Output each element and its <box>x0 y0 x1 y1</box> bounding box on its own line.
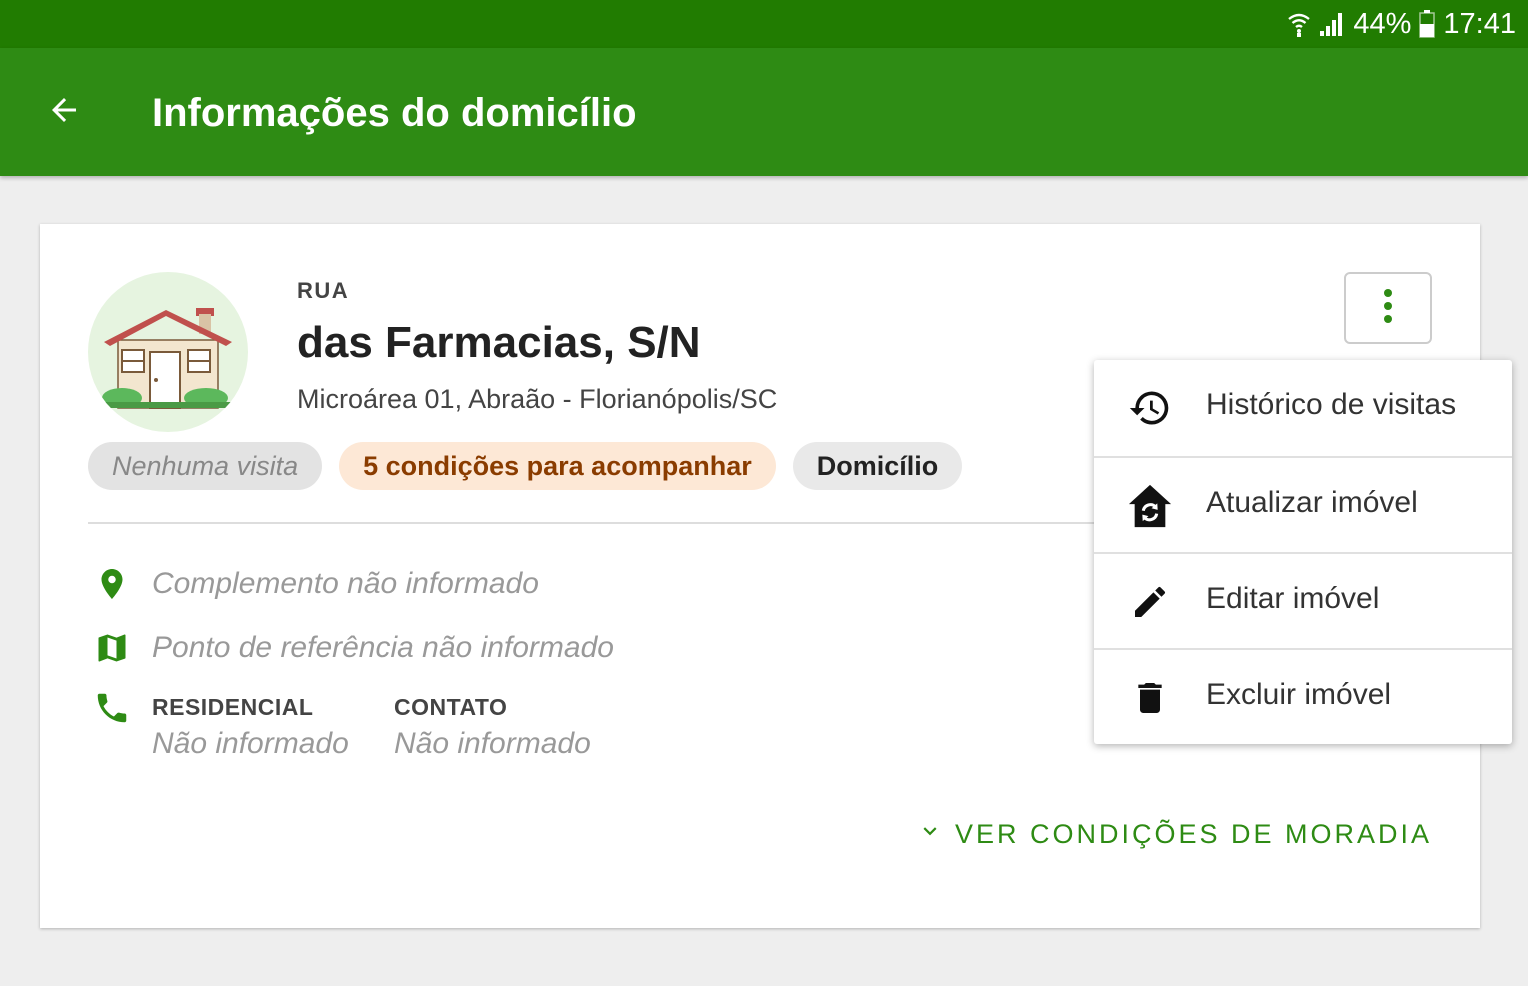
battery-percent: 44% <box>1353 7 1412 40</box>
battery-icon <box>1419 10 1436 38</box>
clock: 17:41 <box>1443 7 1516 40</box>
address-subtitle: Microárea 01, Abraão - Florianópolis/SC <box>297 384 778 414</box>
menu-item-edit[interactable]: Editar imóvel <box>1094 552 1512 648</box>
app-bar: Informações do domicílio <box>0 48 1528 176</box>
trash-icon <box>1126 674 1174 722</box>
menu-item-update[interactable]: Atualizar imóvel <box>1094 456 1512 552</box>
status-bar: 44% 17:41 <box>0 0 1528 48</box>
avatar <box>88 272 248 432</box>
contact-phone: CONTATO Não informado <box>394 694 591 761</box>
menu-item-delete[interactable]: Excluir imóvel <box>1094 648 1512 744</box>
reference-row: Ponto de referência não informado <box>88 624 614 672</box>
wifi-icon <box>1287 11 1311 37</box>
menu-label-delete: Excluir imóvel <box>1206 678 1392 711</box>
conditions-chip[interactable]: 5 condições para acompanhar <box>339 442 776 490</box>
back-button[interactable] <box>40 88 88 136</box>
complement-text: Complemento não informado <box>152 567 539 600</box>
menu-label-update: Atualizar imóvel <box>1206 486 1418 519</box>
reference-text: Ponto de referência não informado <box>152 631 614 664</box>
see-conditions-link[interactable]: VER CONDIÇÕES DE MORADIA <box>917 816 1432 852</box>
residential-value: Não informado <box>152 727 349 760</box>
type-chip: Domicílio <box>792 442 963 490</box>
chevron-down-icon <box>917 818 943 851</box>
menu-label-history: Histórico de visitas <box>1206 388 1457 421</box>
residential-phone: RESIDENCIAL Não informado <box>152 694 349 761</box>
street-type: RUA <box>297 278 350 303</box>
map-icon <box>88 624 136 672</box>
status-icons: 44% 17:41 <box>1287 0 1516 48</box>
residential-label: RESIDENCIAL <box>152 694 314 720</box>
complement-row: Complemento não informado <box>88 560 539 608</box>
more-options-button[interactable] <box>1344 272 1432 344</box>
menu-item-history[interactable]: Histórico de visitas <box>1094 360 1512 456</box>
visits-chip: Nenhuma visita <box>88 442 323 490</box>
pencil-icon <box>1126 578 1174 626</box>
see-conditions-label: VER CONDIÇÕES DE MORADIA <box>954 818 1432 849</box>
signal-icon <box>1319 11 1345 37</box>
menu-label-edit: Editar imóvel <box>1206 582 1380 615</box>
history-icon <box>1126 384 1174 432</box>
arrow-back-icon <box>46 92 82 133</box>
page-title: Informações do domicílio <box>152 91 637 135</box>
location-pin-icon <box>88 560 136 608</box>
more-vertical-icon <box>1382 288 1394 329</box>
contact-label: CONTATO <box>394 694 508 720</box>
home-sync-icon <box>1126 482 1174 530</box>
options-menu: Histórico de visitas Atualizar imóvel Ed… <box>1094 360 1512 744</box>
street-name: das Farmacias, S/N <box>297 318 701 367</box>
phone-icon <box>88 684 136 732</box>
contact-value: Não informado <box>394 727 591 760</box>
status-chips: Nenhuma visita 5 condições para acompanh… <box>88 442 963 490</box>
